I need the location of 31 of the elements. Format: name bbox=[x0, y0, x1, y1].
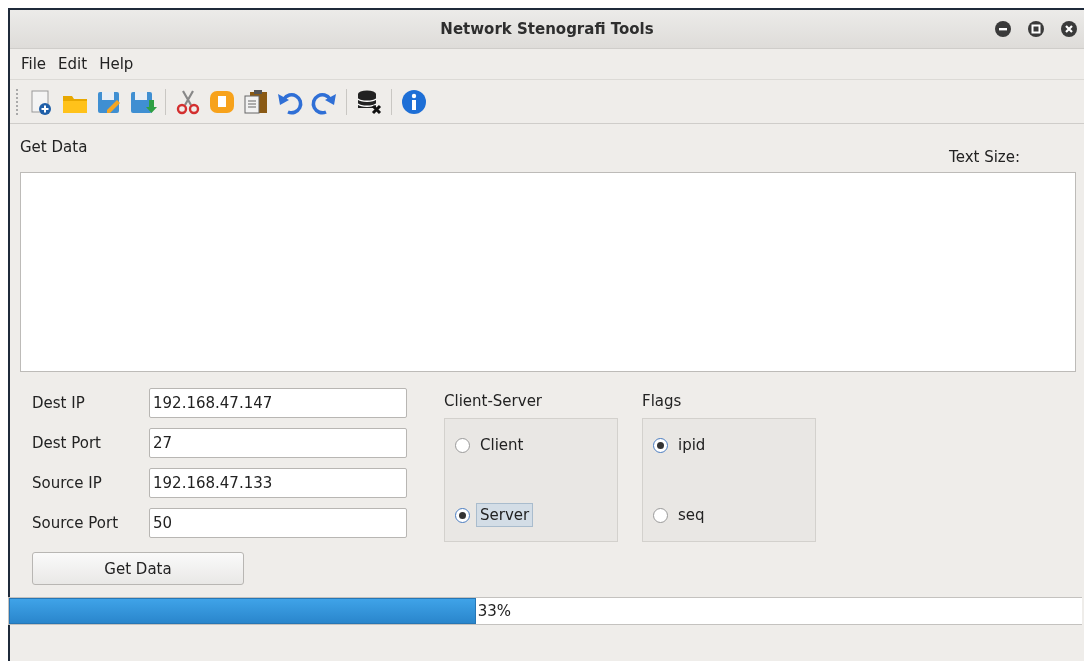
minimize-icon[interactable] bbox=[994, 20, 1012, 38]
input-field[interactable]: 50 bbox=[149, 508, 407, 538]
input-field[interactable]: 27 bbox=[149, 428, 407, 458]
radio-button[interactable] bbox=[455, 437, 470, 453]
section-label: Get Data bbox=[20, 138, 88, 156]
get-data-button[interactable]: Get Data bbox=[32, 552, 244, 585]
field-label: Source IP bbox=[32, 474, 103, 492]
maximize-icon[interactable] bbox=[1027, 20, 1045, 38]
radio-label[interactable]: Server bbox=[476, 503, 534, 527]
menu-item[interactable]: Help bbox=[94, 55, 139, 73]
radio-label[interactable]: Client bbox=[476, 433, 528, 457]
close-icon[interactable] bbox=[1060, 20, 1078, 38]
radio-button[interactable] bbox=[455, 507, 470, 523]
radio-label[interactable]: ipid bbox=[674, 433, 710, 457]
menu-item[interactable]: File bbox=[16, 55, 52, 73]
field-label: Dest IP bbox=[32, 394, 86, 412]
text-size-label: Text Size: bbox=[949, 147, 1020, 166]
radio-button[interactable] bbox=[653, 437, 668, 453]
group-title: Client-Server bbox=[444, 392, 544, 410]
menu-item[interactable]: Edit bbox=[53, 55, 93, 73]
field-label: Source Port bbox=[32, 514, 120, 532]
radio-button[interactable] bbox=[653, 507, 668, 523]
radio-label[interactable]: seq bbox=[674, 503, 709, 527]
input-field[interactable]: 192.168.47.147 bbox=[149, 388, 407, 418]
window-title: Network Stenografi Tools bbox=[440, 20, 654, 38]
clipboard-icon[interactable] bbox=[242, 87, 270, 116]
group-title: Flags bbox=[642, 392, 683, 410]
info-icon[interactable] bbox=[400, 87, 428, 116]
input-field[interactable]: 192.168.47.133 bbox=[149, 468, 407, 498]
field-label: Dest Port bbox=[32, 434, 102, 452]
progress-reading: 33% bbox=[476, 602, 512, 620]
